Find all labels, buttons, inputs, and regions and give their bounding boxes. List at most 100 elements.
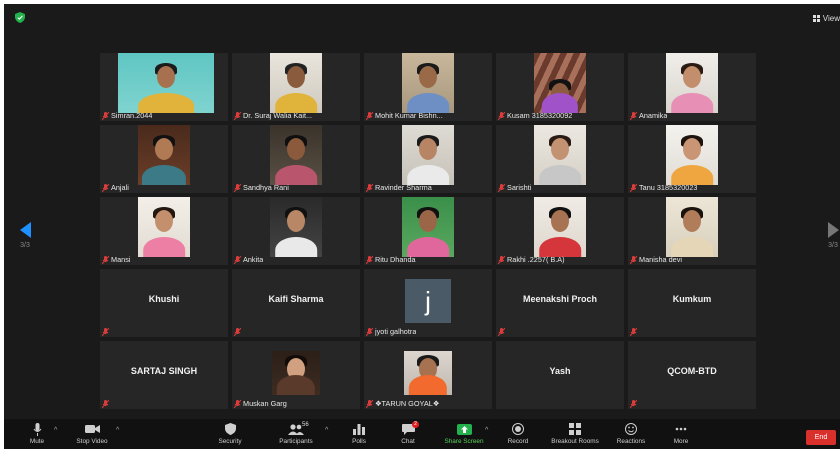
- participant-tile[interactable]: Ravinder Sharma: [364, 125, 492, 193]
- participants-count: 56: [302, 422, 309, 428]
- mic-muted-icon: [366, 399, 373, 408]
- gallery-view: Simran.2044 Dr. Suraj Walia Kait... Mohi…: [100, 53, 756, 409]
- participant-tile[interactable]: Anamika: [628, 53, 756, 121]
- view-button[interactable]: View: [812, 14, 840, 23]
- breakout-rooms-button[interactable]: Breakout Rooms: [545, 422, 605, 445]
- participant-tile[interactable]: Meenakshi Proch: [496, 269, 624, 337]
- participant-name: Mohit Kumar Bishn...: [375, 111, 443, 120]
- mute-label: Mute: [29, 438, 45, 445]
- participant-name: Rakhi .2257( B.A): [507, 255, 565, 264]
- participant-video: [402, 125, 454, 185]
- participant-video: [270, 125, 322, 185]
- participant-video: [404, 351, 452, 395]
- polls-label: Polls: [352, 438, 366, 445]
- microphone-icon: [33, 422, 41, 436]
- participant-video: [666, 125, 718, 185]
- participant-tile[interactable]: Muskan Garg: [232, 341, 360, 409]
- reactions-smiley-icon: [625, 423, 637, 435]
- mute-options-caret-icon[interactable]: ^: [54, 427, 57, 434]
- participant-tile[interactable]: Simran.2044: [100, 53, 228, 121]
- participant-display-name: QCOM-BTD: [667, 366, 717, 376]
- record-button[interactable]: Record: [488, 422, 548, 445]
- mic-muted-icon: [234, 399, 241, 408]
- participant-tile[interactable]: Dr. Suraj Walia Kait...: [232, 53, 360, 121]
- participant-name: Simran.2044: [111, 111, 153, 120]
- participant-display-name: Kumkum: [672, 294, 712, 304]
- more-dots-icon: [675, 427, 687, 431]
- previous-page-button[interactable]: 3/3: [18, 222, 32, 262]
- next-page-button[interactable]: 3/3: [826, 222, 840, 262]
- participant-name: ❖TARUN GOYAL❖: [375, 399, 440, 408]
- participant-video: [534, 125, 586, 185]
- mic-muted-icon: [234, 111, 241, 120]
- participant-tile[interactable]: Anjali: [100, 125, 228, 193]
- mic-muted-icon: [498, 183, 505, 192]
- participant-video: [666, 197, 718, 257]
- page-indicator-right: 3/3: [828, 242, 838, 249]
- mic-muted-icon: [102, 328, 109, 336]
- participant-tile[interactable]: Rakhi .2257( B.A): [496, 197, 624, 265]
- mic-muted-icon: [234, 255, 241, 264]
- participant-name: Sandhya Rani: [243, 183, 289, 192]
- participant-tile[interactable]: Sarishti: [496, 125, 624, 193]
- participant-tile[interactable]: Sandhya Rani: [232, 125, 360, 193]
- participant-tile[interactable]: Ritu Dhanda: [364, 197, 492, 265]
- participant-tile[interactable]: Manisha devi: [628, 197, 756, 265]
- stop-video-label: Stop Video: [76, 438, 108, 445]
- participant-tile[interactable]: Kusam 3185320092: [496, 53, 624, 121]
- participant-tile[interactable]: Khushi: [100, 269, 228, 337]
- participant-tile[interactable]: Kumkum: [628, 269, 756, 337]
- participant-display-name: Kaifi Sharma: [268, 294, 324, 304]
- participant-tile[interactable]: Kaifi Sharma: [232, 269, 360, 337]
- arrow-left-icon: [19, 222, 31, 238]
- participant-tile[interactable]: j jyoti galhotra: [364, 269, 492, 337]
- mic-muted-icon: [234, 183, 241, 192]
- participant-tile[interactable]: Ankita: [232, 197, 360, 265]
- participant-tile[interactable]: Yash: [496, 341, 624, 409]
- mic-muted-icon: [630, 183, 637, 192]
- mic-muted-icon: [366, 111, 373, 120]
- participant-video: [534, 197, 586, 257]
- participants-button[interactable]: 56 Participants: [266, 422, 326, 445]
- chat-button[interactable]: 2 Chat: [378, 421, 438, 445]
- participant-tile[interactable]: Mansi: [100, 197, 228, 265]
- participant-name: jyoti galhotra: [375, 327, 417, 336]
- participant-name: Kusam 3185320092: [507, 111, 573, 120]
- participants-options-caret-icon[interactable]: ^: [325, 427, 328, 434]
- security-button[interactable]: Security: [200, 422, 260, 445]
- participant-tile[interactable]: SARTAJ SINGH: [100, 341, 228, 409]
- encryption-shield-icon[interactable]: [15, 12, 25, 23]
- stop-video-button[interactable]: Stop Video: [62, 422, 122, 445]
- video-options-caret-icon[interactable]: ^: [116, 427, 119, 434]
- participant-video: [402, 53, 454, 113]
- participant-tile[interactable]: QCOM-BTD: [628, 341, 756, 409]
- mic-muted-icon: [366, 327, 373, 336]
- participant-name: Mansi: [111, 255, 131, 264]
- participant-name: Ritu Dhanda: [375, 255, 416, 264]
- mic-muted-icon: [498, 328, 505, 336]
- end-meeting-button[interactable]: End: [806, 430, 836, 445]
- chat-unread-badge: 2: [412, 421, 419, 428]
- grid-view-icon: [812, 15, 820, 22]
- breakout-rooms-icon: [569, 423, 581, 435]
- mic-muted-icon: [498, 111, 505, 120]
- share-screen-icon: [456, 423, 472, 435]
- participant-name: Ravinder Sharma: [375, 183, 432, 192]
- mic-muted-icon: [630, 328, 637, 336]
- participant-video: [534, 53, 586, 113]
- record-label: Record: [507, 438, 529, 445]
- participant-video: [402, 197, 454, 257]
- mic-muted-icon: [102, 400, 109, 408]
- participant-tile[interactable]: ❖TARUN GOYAL❖: [364, 341, 492, 409]
- participant-tile[interactable]: Mohit Kumar Bishn...: [364, 53, 492, 121]
- breakout-rooms-label: Breakout Rooms: [551, 438, 599, 445]
- participant-display-name: Yash: [549, 366, 571, 376]
- more-label: More: [673, 438, 689, 445]
- participants-label: Participants: [279, 438, 313, 445]
- mic-muted-icon: [630, 111, 637, 120]
- participant-tile[interactable]: Tanu 3185320023: [628, 125, 756, 193]
- more-button[interactable]: More: [651, 422, 711, 445]
- mute-button[interactable]: Mute: [7, 422, 67, 445]
- participant-name: Manisha devi: [639, 255, 682, 264]
- video-camera-icon: [84, 425, 100, 433]
